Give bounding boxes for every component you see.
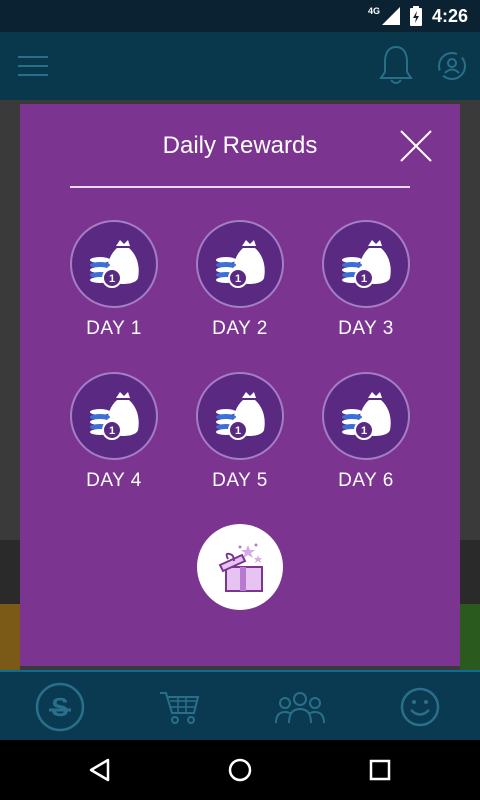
money-bag-coins-icon: 1 [342, 240, 391, 288]
network-type: 4G [367, 6, 380, 16]
money-bag-coins-icon: 1 [90, 240, 139, 288]
back-button[interactable] [70, 740, 130, 800]
smiley-icon [400, 687, 440, 727]
tab-community[interactable] [240, 672, 360, 742]
reward-circle: 1 [196, 220, 284, 308]
recents-icon [369, 759, 391, 781]
reward-circle: 1 [70, 220, 158, 308]
reward-day-label: DAY 1 [86, 318, 142, 339]
coin-value: 1 [361, 273, 367, 285]
reward-day-1[interactable]: 1 DAY 1 [64, 220, 164, 340]
bottom-tab-bar: S [0, 670, 480, 740]
bell-icon[interactable] [378, 44, 414, 88]
content-card-right [460, 604, 480, 670]
reward-day-3[interactable]: 1 DAY 3 [316, 220, 416, 340]
money-bag-coins-icon: 1 [90, 392, 139, 440]
reward-day-2[interactable]: 1 DAY 2 [190, 220, 290, 340]
reward-day-label: DAY 3 [338, 318, 394, 339]
reward-circle: 1 [70, 372, 158, 460]
s-coin-icon: S [35, 682, 85, 732]
reward-day-label: DAY 2 [212, 318, 268, 339]
reward-day-6[interactable]: 1 DAY 6 [316, 372, 416, 492]
reward-day-label: DAY 6 [338, 470, 394, 491]
bonus-gift-button[interactable] [197, 524, 283, 610]
money-bag-coins-icon: 1 [216, 240, 265, 288]
content-card-left [0, 604, 20, 670]
home-button[interactable] [210, 740, 270, 800]
money-bag-coins-icon: 1 [216, 392, 265, 440]
reward-circle: 1 [322, 220, 410, 308]
reward-circle: 1 [196, 372, 284, 460]
menu-icon[interactable] [18, 54, 48, 78]
navigation-bar [0, 740, 480, 800]
coin-value: 1 [361, 425, 367, 437]
reward-circle: 1 [322, 372, 410, 460]
reward-day-label: DAY 5 [212, 470, 268, 491]
daily-rewards-dialog: Daily Rewards 1 DAY 1 1 DAY 2 1 DAY 3 1 … [20, 104, 460, 666]
battery-icon [409, 6, 422, 26]
coin-value: 1 [235, 273, 241, 285]
close-icon[interactable] [394, 124, 438, 168]
coin-value: 1 [235, 425, 241, 437]
coin-value: 1 [109, 273, 115, 285]
people-icon [275, 692, 325, 724]
tab-home[interactable]: S [0, 672, 120, 742]
status-bar: 4G 4:26 [0, 0, 480, 32]
reward-day-4[interactable]: 1 DAY 4 [64, 372, 164, 492]
clock: 4:26 [431, 5, 468, 26]
gift-box-icon [218, 543, 263, 592]
coin-value: 1 [109, 425, 115, 437]
money-bag-coins-icon: 1 [342, 392, 391, 440]
sync-profile-icon[interactable] [436, 50, 468, 82]
recents-button[interactable] [350, 740, 410, 800]
cart-icon [160, 692, 200, 724]
tab-shop[interactable] [120, 672, 240, 742]
home-icon [228, 758, 252, 782]
back-icon [89, 758, 110, 782]
svg-text:S: S [51, 692, 68, 722]
signal-icon [381, 7, 400, 25]
title-divider [70, 186, 410, 188]
tab-profile[interactable] [360, 672, 480, 742]
reward-day-5[interactable]: 1 DAY 5 [190, 372, 290, 492]
status-icons: 4G 4:26 [368, 0, 468, 32]
reward-day-label: DAY 4 [86, 470, 142, 491]
